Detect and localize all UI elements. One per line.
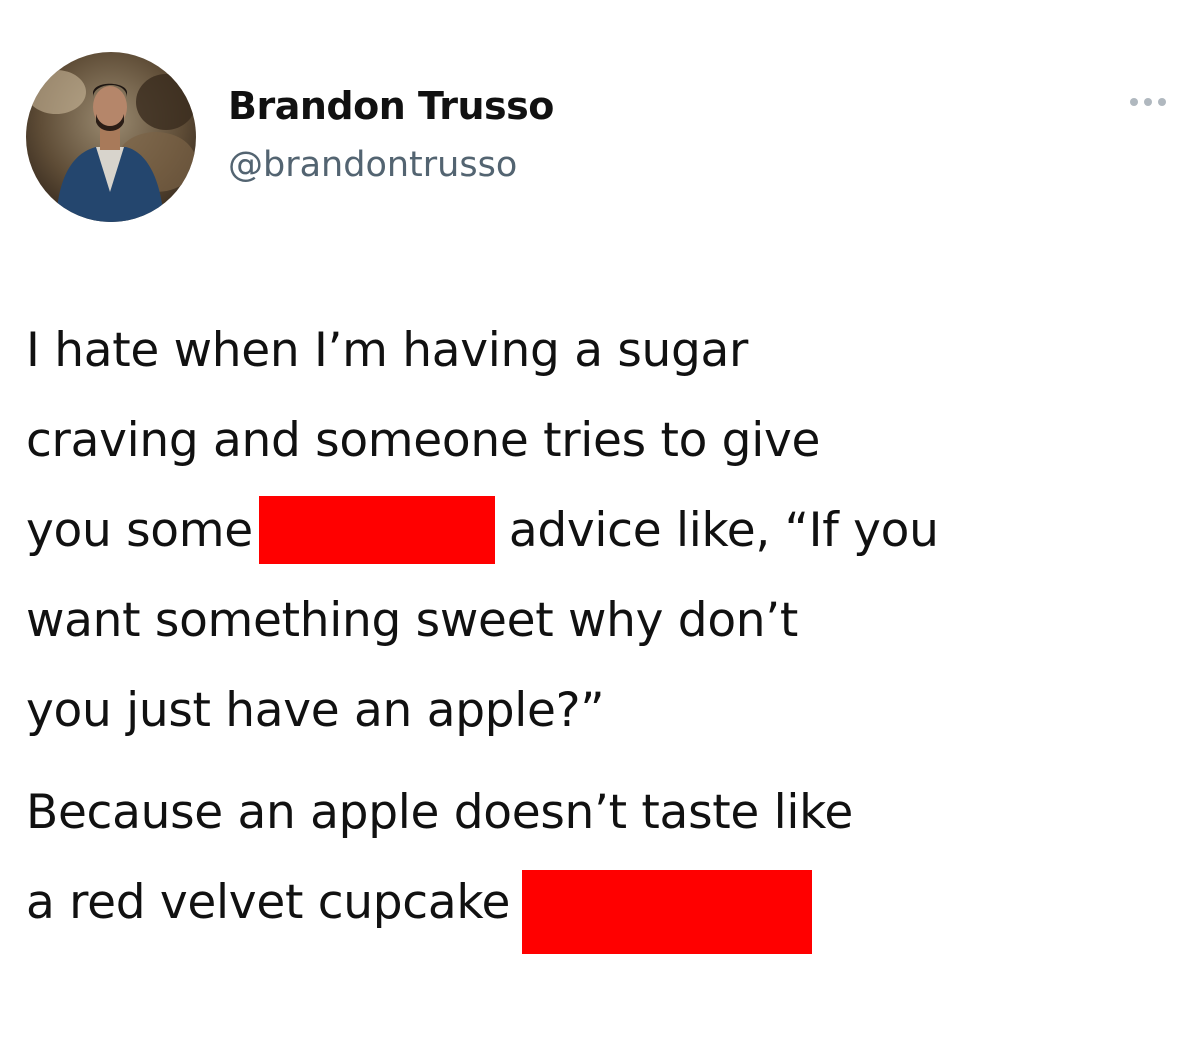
redaction-box [258, 495, 495, 564]
text-line: a red velvet cupcake [26, 875, 511, 930]
text-line: Because an apple doesn’t taste like [26, 785, 854, 840]
tweet-card: Brandon Trusso @brandontrusso I hate whe… [0, 0, 1178, 1046]
more-options-icon[interactable] [1130, 92, 1176, 112]
text-line: want something sweet why don’t [26, 593, 799, 648]
avatar[interactable] [26, 52, 196, 222]
dot [1130, 98, 1138, 106]
user-handle[interactable]: @brandontrusso [228, 142, 517, 188]
tweet-paragraph: Because an apple doesn’t taste like a re… [26, 768, 1178, 954]
text-line: I hate when I’m having a sugar [26, 323, 749, 378]
display-name[interactable]: Brandon Trusso [228, 82, 554, 130]
redaction-box [522, 869, 813, 954]
text-line: you just have an apple?” [26, 683, 605, 738]
tweet-paragraph: I hate when I’m having a sugar craving a… [26, 306, 1178, 756]
avatar-photo [26, 52, 196, 222]
text-line: advice like, “If you [508, 503, 939, 558]
dot [1158, 98, 1166, 106]
tweet-body: I hate when I’m having a sugar craving a… [26, 306, 1178, 954]
text-line: you some [26, 503, 253, 558]
dot [1144, 98, 1152, 106]
text-line: craving and someone tries to give [26, 413, 821, 468]
